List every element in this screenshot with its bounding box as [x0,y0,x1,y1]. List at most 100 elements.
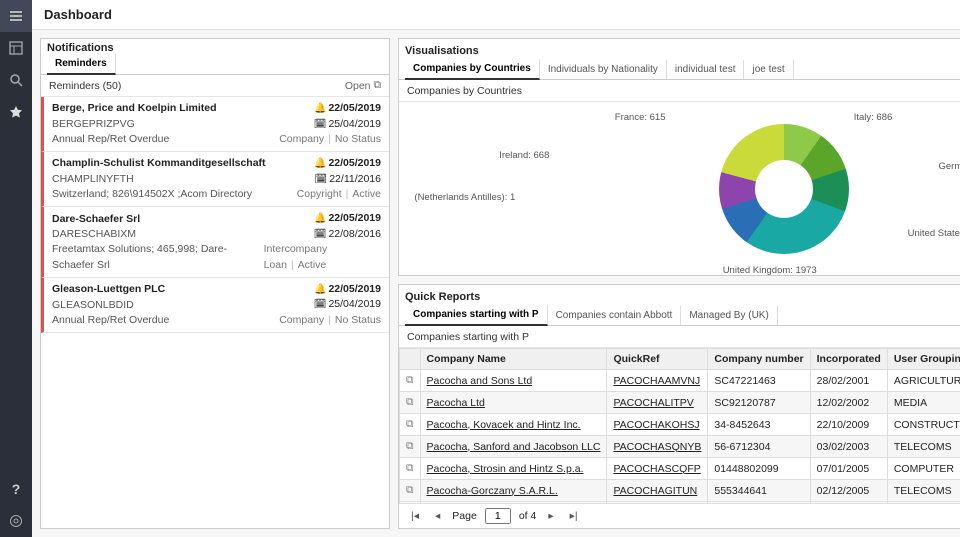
quickref-link[interactable]: PACOCHAGITUN [613,485,697,497]
pager-of: of 4 [519,510,537,522]
notif-ref: DARESCHABIXM [52,227,136,242]
notif-company: Berge, Price and Koelpin Limited [52,101,217,116]
notif-status: Intercompany Loan|Active [264,242,381,272]
chart-label-us: United States: 653 [908,228,960,239]
row-open-icon[interactable]: ⧉ [400,480,421,502]
star-icon[interactable] [0,96,32,128]
nav-sidebar: ? [0,0,32,537]
company-name-link[interactable]: Pacocha Ltd [427,397,485,409]
company-name-link[interactable]: Pacocha-Gorczany S.A.R.L. [427,485,558,497]
table-header[interactable]: QuickRef [607,349,708,370]
quickref-link[interactable]: PACOCHASQNYB [613,441,701,453]
notif-status: Company|No Status [279,132,381,147]
row-open-icon[interactable]: ⧉ [400,458,421,480]
bell-icon: 🔔 [314,213,326,224]
calendar-icon: 🗓 [314,299,327,310]
external-icon: ⧉ [374,79,382,92]
notif-note: Annual Rep/Ret Overdue [52,132,169,147]
pager-page-label: Page [452,510,477,522]
notif-cal-date: 🗓22/08/2016 [314,227,381,243]
table-header[interactable]: Company Name [420,349,607,370]
notif-cal-date: 🗓22/11/2016 [315,172,381,188]
notif-bell-date: 🔔22/05/2019 [314,156,381,172]
notif-bell-date: 🔔22/05/2019 [314,282,381,298]
company-name-link[interactable]: Pacocha and Sons Ltd [427,375,533,387]
table-row[interactable]: ⧉Pacocha-Gorczany S.A.R.L.PACOCHAGITUN55… [400,480,960,502]
tab-companies-countries[interactable]: Companies by Countries [405,59,540,80]
notif-note: Switzerland; 826\914502X ;Acom Directory [52,187,252,202]
table-header[interactable]: Incorporated [810,349,887,370]
tab-companies-abbott[interactable]: Companies contain Abbott [548,306,682,325]
notification-item[interactable]: Gleason-Luettgen PLC🔔22/05/2019GLEASONLB… [41,278,389,333]
table-header[interactable]: Company number [708,349,810,370]
menu-icon[interactable] [0,0,32,32]
calendar-icon: 🗓 [314,229,327,240]
quick-reports-panel: Quick Reports ⋮ Companies starting with … [398,284,960,529]
notifications-open[interactable]: Open ⧉ [345,79,381,92]
table-row[interactable]: ⧉Pacocha LtdPACOCHALITPVSC9212078712/02/… [400,392,960,414]
settings-icon[interactable] [0,505,32,537]
notification-item[interactable]: Champlin-Schulist Kommanditgesellschaft 🔔… [41,152,389,207]
reports-table: Company NameQuickRefCompany numberIncorp… [399,348,960,503]
dashboard-icon[interactable] [0,32,32,64]
notif-company: Champlin-Schulist Kommanditgesellschaft [52,156,266,171]
notifications-panel: Notifications Reminders Reminders (50) O… [40,38,390,529]
chart-label-france: France: 615 [615,112,666,123]
pager-prev[interactable]: ◂ [431,510,444,522]
row-open-icon[interactable]: ⧉ [400,414,421,436]
reports-subheader: Companies starting with P [407,331,529,343]
table-row[interactable]: ⧉Pacocha and Sons LtdPACOCHAAMVNJSC47221… [400,370,960,392]
notif-ref: CHAMPLINYFTH [52,172,134,187]
tab-individuals-nationality[interactable]: Individuals by Nationality [540,60,667,79]
reminders-count: Reminders (50) [49,80,121,92]
company-name-link[interactable]: Pacocha, Strosin and Hintz S.p.a. [427,463,584,475]
quickref-link[interactable]: PACOCHASCQFP [613,463,700,475]
chart-label-uk: United Kingdom: 1973 [723,265,817,276]
chart-label-italy: Italy: 686 [854,112,893,123]
bell-icon: 🔔 [314,284,326,295]
quickref-link[interactable]: PACOCHAKOHSJ [613,419,699,431]
calendar-icon: 🗓 [314,119,327,130]
tab-individual-test[interactable]: individual test [667,60,745,79]
notifications-title: Notifications [47,42,383,54]
chart-label-nl: (Netherlands Antilles): 1 [414,192,515,203]
pager-first[interactable]: |◂ [407,510,423,522]
notif-bell-date: 🔔22/05/2019 [314,211,381,227]
table-row[interactable]: ⧉ Pacocha, Kovacek and Hintz Inc. PACOCHAK… [400,414,960,436]
company-name-link[interactable]: Pacocha, Kovacek and Hintz Inc. [427,419,581,431]
row-open-icon[interactable]: ⧉ [400,392,421,414]
quickref-link[interactable]: PACOCHALITPV [613,397,693,409]
table-header[interactable]: User Grouping [887,349,960,370]
table-row[interactable]: ⧉ Pacocha, Sanford and Jacobson LLC PACOCH… [400,436,960,458]
notification-item[interactable]: Dare-Schaefer Srl🔔22/05/2019DARESCHABIXM… [41,207,389,277]
pager: |◂ ◂ Page of 4 ▸ ▸| 1 - 50 of 181 items [399,503,960,528]
quickref-link[interactable]: PACOCHAAMVNJ [613,375,700,387]
row-open-icon[interactable]: ⧉ [400,370,421,392]
notifications-tabs: Reminders [41,54,389,75]
pager-last[interactable]: ▸| [566,510,582,522]
page-title: Dashboard [32,0,960,30]
table-row[interactable]: ⧉ Pacocha, Strosin and Hintz S.p.a. PACOCH… [400,458,960,480]
chart-label-ireland: Ireland: 668 [499,150,549,161]
notif-status: Company|No Status [279,313,381,328]
tab-managed-uk[interactable]: Managed By (UK) [681,306,777,325]
notif-status: Copyright|Active [297,187,381,202]
help-icon[interactable]: ? [0,473,32,505]
notif-ref: GLEASONLBDID [52,298,134,313]
tab-companies-p[interactable]: Companies starting with P [405,305,548,326]
donut-chart: Italy: 686 Germany: 670 United States: 6… [399,102,960,275]
bell-icon: 🔔 [314,158,326,169]
tab-reminders[interactable]: Reminders [47,54,116,75]
notif-cal-date: 🗓25/04/2019 [314,117,381,133]
quick-reports-title: Quick Reports [405,291,960,303]
vis-subheader: Companies by Countries [407,85,522,97]
pager-next[interactable]: ▸ [544,510,557,522]
row-open-icon[interactable]: ⧉ [400,436,421,458]
notif-bell-date: 🔔22/05/2019 [314,101,381,117]
company-name-link[interactable]: Pacocha, Sanford and Jacobson LLC [427,441,601,453]
pager-page-input[interactable] [485,508,511,524]
notification-item[interactable]: Berge, Price and Koelpin Limited 🔔22/05/2… [41,97,389,152]
visualisations-title: Visualisations [405,45,960,57]
tab-joe-test[interactable]: joe test [744,60,793,79]
search-icon[interactable] [0,64,32,96]
